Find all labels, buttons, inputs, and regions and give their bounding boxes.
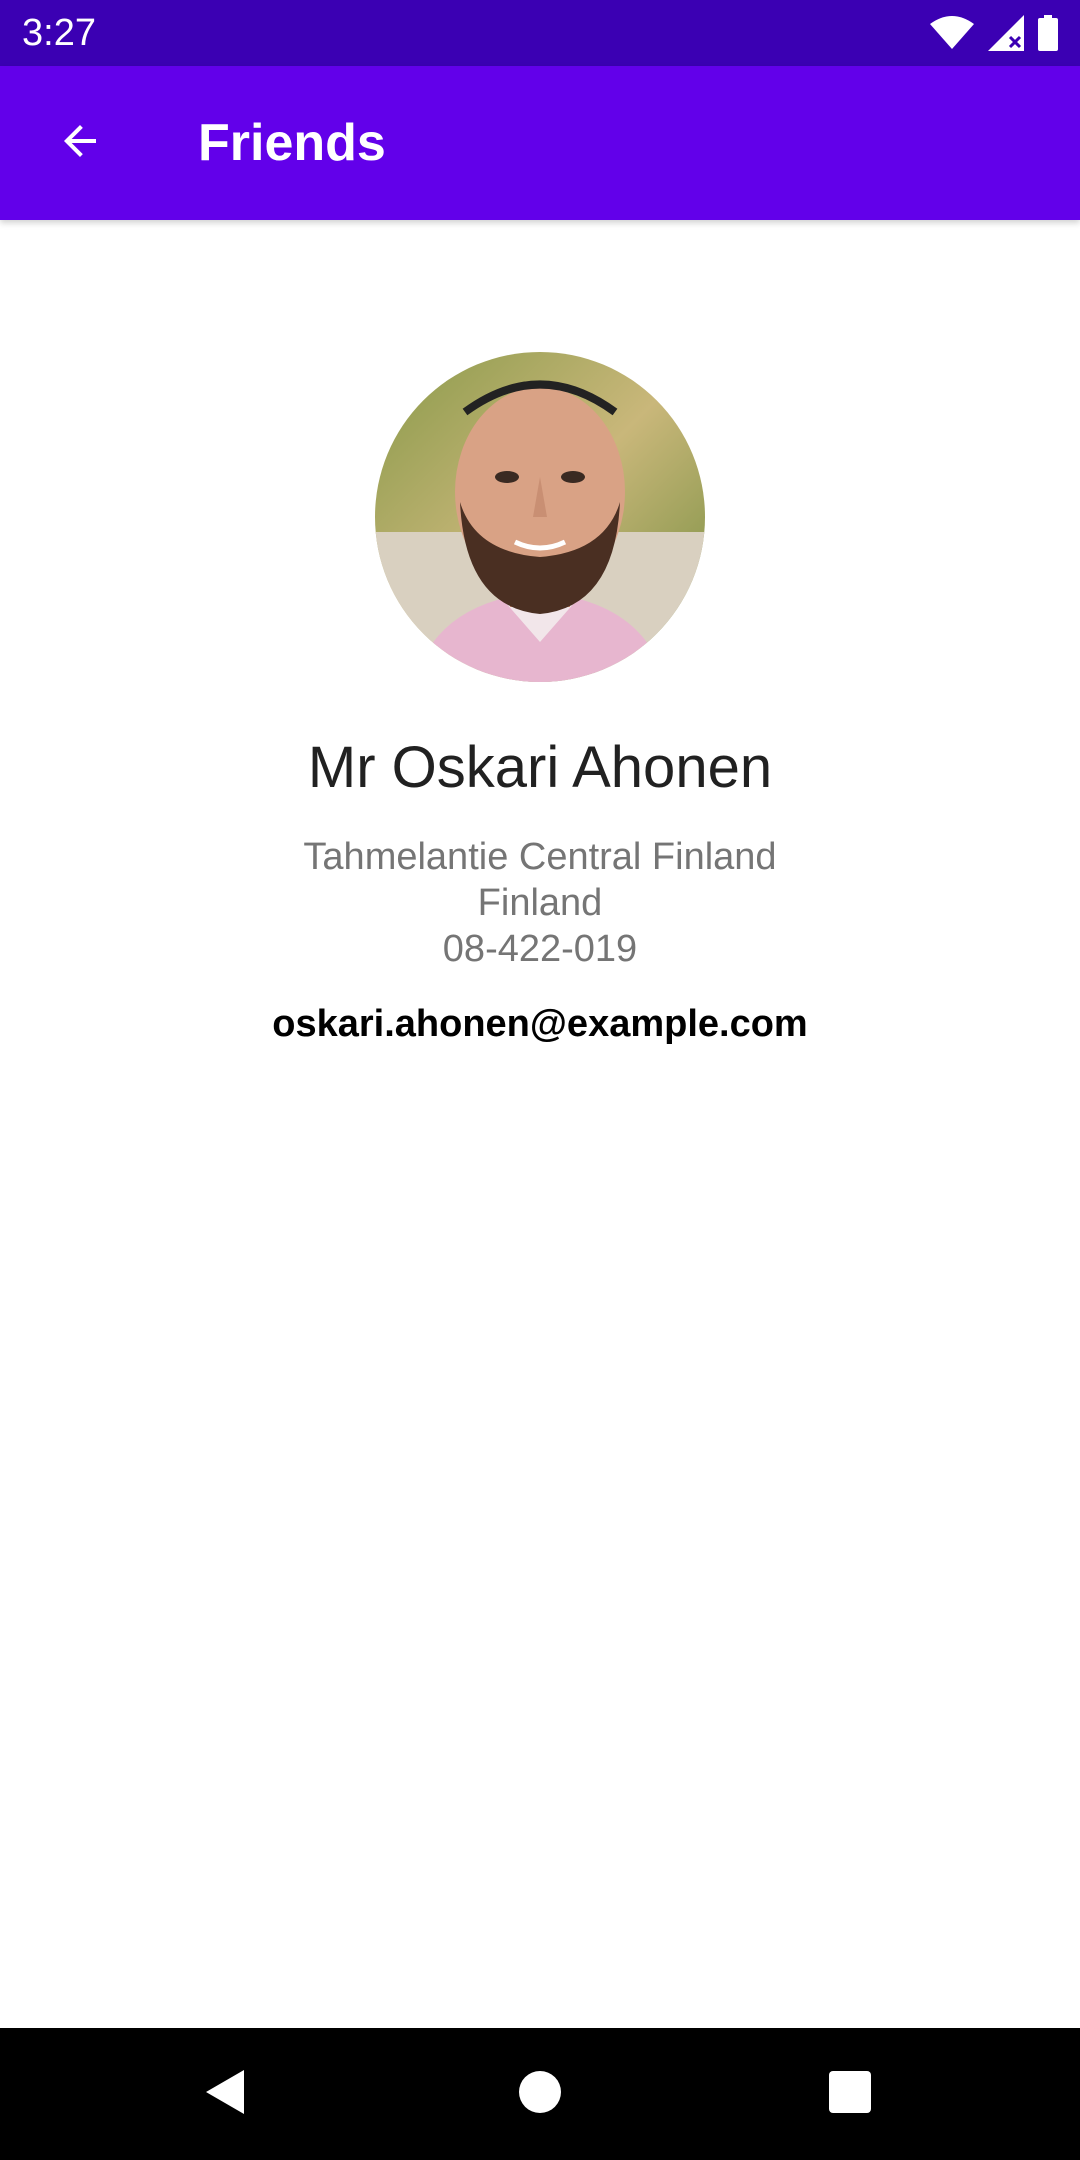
app-bar: Friends [0,66,1080,220]
friend-details: Tahmelantie Central Finland Finland 08-4… [0,834,1080,972]
avatar [375,352,705,682]
status-bar: 3:27 [0,0,1080,66]
address-line-1: Tahmelantie Central Finland [303,836,777,878]
signal-icon [988,15,1024,51]
system-nav-bar [0,2028,1080,2160]
recents-square-icon [829,2070,871,2118]
back-triangle-icon [204,2068,248,2121]
address-line-2: Finland [477,882,603,924]
battery-icon [1038,15,1058,51]
wifi-icon [930,16,974,50]
nav-recents-button[interactable] [810,2054,890,2134]
email-address: oskari.ahonen@example.com [272,1003,808,1045]
nav-home-button[interactable] [500,2054,580,2134]
nav-back-button[interactable] [186,2054,266,2134]
back-button[interactable] [40,103,120,183]
page-title: Friends [198,114,386,172]
friend-name: Mr Oskari Ahonen [307,735,773,800]
home-circle-icon [518,2070,562,2119]
phone-number: 08-422-019 [442,928,638,970]
arrow-back-icon [56,117,104,170]
status-time: 3:27 [22,12,96,54]
status-icons [930,14,1058,52]
